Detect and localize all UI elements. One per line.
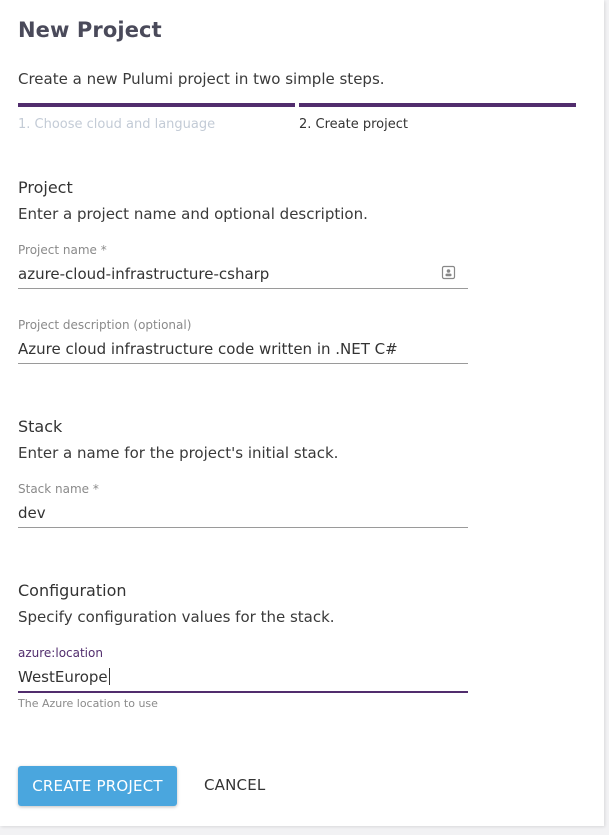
step-2-label[interactable]: 2. Create project bbox=[299, 117, 408, 132]
project-name-label: Project name * bbox=[18, 243, 107, 257]
project-description-value: Azure cloud infrastructure code written … bbox=[18, 340, 398, 358]
project-description-label: Project description (optional) bbox=[18, 318, 192, 332]
new-project-panel: New Project Create a new Pulumi project … bbox=[0, 0, 604, 826]
stack-name-field[interactable] bbox=[18, 503, 468, 528]
step-1-label[interactable]: 1. Choose cloud and language bbox=[18, 117, 215, 132]
azure-location-label: azure:location bbox=[18, 646, 103, 660]
stack-heading: Stack bbox=[18, 417, 63, 436]
project-description-text: Enter a project name and optional descri… bbox=[18, 205, 368, 223]
azure-location-value: WestEurope bbox=[18, 668, 108, 686]
stack-name-label: Stack name * bbox=[18, 482, 99, 496]
page-subtitle: Create a new Pulumi project in two simpl… bbox=[18, 70, 385, 88]
contact-card-icon[interactable] bbox=[441, 265, 456, 280]
azure-location-value-wrap: WestEurope bbox=[18, 668, 110, 686]
page-title: New Project bbox=[18, 18, 162, 42]
step-2-bar bbox=[299, 103, 576, 107]
step-1-bar bbox=[18, 103, 295, 107]
cancel-button[interactable]: CANCEL bbox=[204, 776, 265, 794]
text-caret bbox=[108, 668, 110, 685]
create-project-button[interactable]: CREATE PROJECT bbox=[18, 766, 177, 806]
azure-location-helper: The Azure location to use bbox=[18, 697, 158, 710]
stack-description-text: Enter a name for the project's initial s… bbox=[18, 444, 339, 462]
project-name-value: azure-cloud-infrastructure-csharp bbox=[18, 265, 270, 283]
stack-name-value: dev bbox=[18, 504, 46, 522]
configuration-description-text: Specify configuration values for the sta… bbox=[18, 608, 335, 626]
project-heading: Project bbox=[18, 178, 73, 197]
configuration-heading: Configuration bbox=[18, 581, 127, 600]
